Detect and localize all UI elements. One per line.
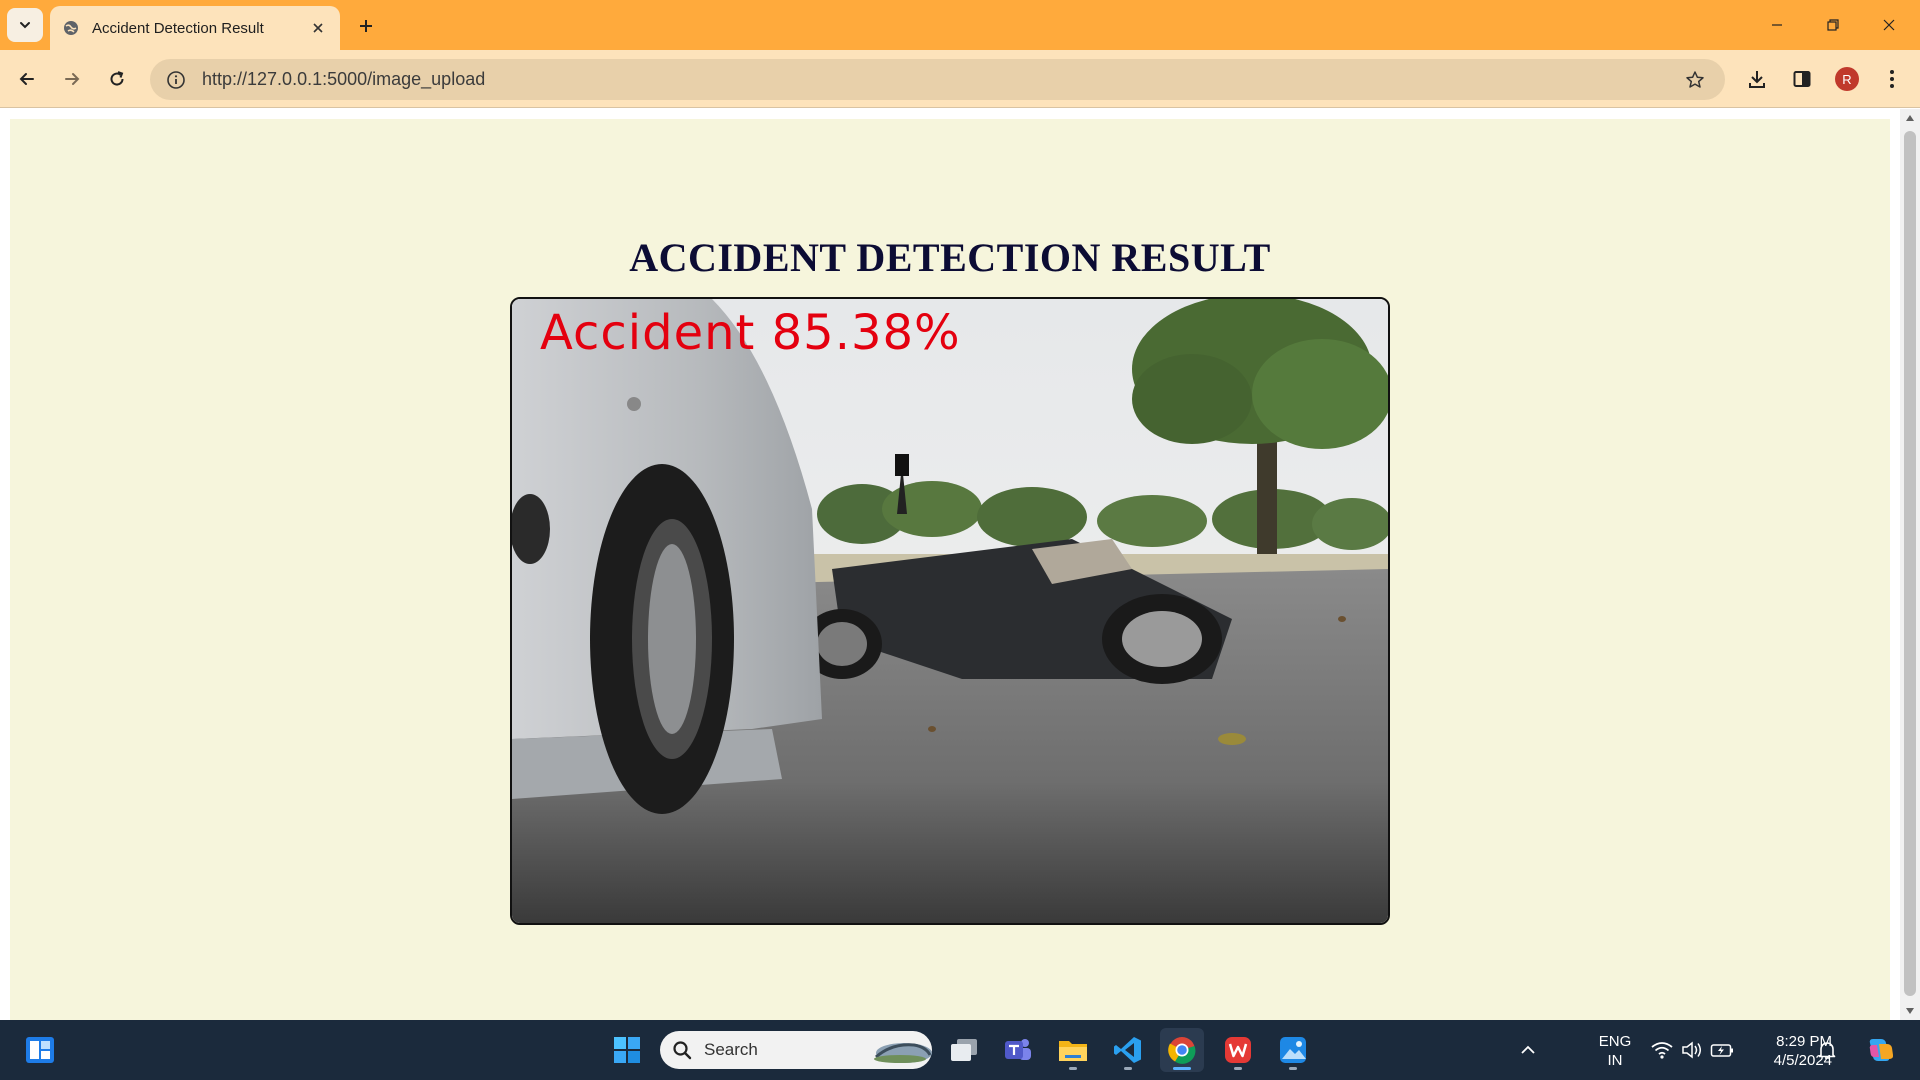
close-window-button[interactable]: [1866, 8, 1912, 42]
copilot-icon: [1869, 1039, 1894, 1061]
active-indicator: [1173, 1067, 1191, 1070]
back-button[interactable]: [10, 62, 44, 96]
page-title: ACCIDENT DETECTION RESULT: [629, 235, 1271, 280]
download-icon: [1749, 71, 1765, 88]
tab-search-button[interactable]: [7, 8, 43, 42]
minimize-button[interactable]: [1754, 8, 1800, 42]
side-panel-icon: [1793, 71, 1811, 87]
arrow-right-icon: [65, 73, 80, 85]
vscode-icon: [1114, 1037, 1141, 1063]
page-viewport: ACCIDENT DETECTION RESULT Accident 85.38…: [0, 109, 1920, 1020]
widgets-button[interactable]: [18, 1028, 62, 1072]
close-icon: [313, 23, 323, 33]
bell-icon: [1818, 1042, 1836, 1059]
chrome-button[interactable]: [1160, 1028, 1204, 1072]
triangle-down-icon: [1906, 1008, 1914, 1014]
page-body: ACCIDENT DETECTION RESULT Accident 85.38…: [10, 119, 1890, 1020]
running-indicator: [1069, 1067, 1077, 1070]
search-icon: [673, 1041, 692, 1060]
plus-icon: [360, 20, 372, 32]
forward-button[interactable]: [55, 62, 89, 96]
photos-icon: [1280, 1037, 1306, 1063]
battery-status[interactable]: [1700, 1028, 1744, 1072]
detection-label: Accident 85.38%: [540, 305, 961, 361]
file-explorer-icon: [1059, 1041, 1087, 1061]
vertical-scrollbar[interactable]: [1900, 109, 1920, 1020]
more-vertical-icon: [1890, 70, 1894, 88]
downloads-button[interactable]: [1740, 62, 1774, 96]
restore-button[interactable]: [1810, 8, 1856, 42]
tab-close-button[interactable]: [308, 18, 328, 38]
close-icon: [1883, 19, 1895, 31]
result-image: Accident 85.38%: [510, 297, 1390, 925]
accident-photo: [512, 299, 1388, 923]
teams-icon: [1005, 1039, 1031, 1060]
reload-button[interactable]: [100, 62, 134, 96]
profile-button[interactable]: R: [1830, 62, 1864, 96]
browser-tab-strip: Accident Detection Result: [0, 0, 1920, 50]
tab-title: Accident Detection Result: [92, 19, 264, 37]
new-tab-button[interactable]: [352, 12, 380, 40]
battery-charging-icon: [1710, 1044, 1733, 1057]
chrome-icon: [1168, 1037, 1196, 1064]
minimize-icon: [1772, 24, 1782, 26]
task-view-button[interactable]: [942, 1028, 986, 1072]
show-hidden-icons-button[interactable]: [1506, 1028, 1550, 1072]
scroll-down-button[interactable]: [1900, 1002, 1920, 1020]
site-info-button[interactable]: [156, 60, 196, 100]
photos-button[interactable]: [1271, 1028, 1315, 1072]
search-label: Search: [704, 1040, 758, 1059]
running-indicator: [1234, 1067, 1242, 1070]
tab-active[interactable]: Accident Detection Result: [50, 6, 340, 50]
address-bar[interactable]: http://127.0.0.1:5000/image_upload: [150, 59, 1725, 100]
chevron-up-icon: [1521, 1045, 1535, 1054]
bookmark-button[interactable]: [1675, 60, 1715, 100]
language-indicator[interactable]: ENG IN: [1588, 1032, 1642, 1070]
windows-start-icon: [614, 1037, 640, 1063]
search-highlight-icon: [874, 1043, 932, 1063]
start-button[interactable]: [605, 1028, 649, 1072]
file-explorer-button[interactable]: [1051, 1028, 1095, 1072]
scroll-up-button[interactable]: [1900, 109, 1920, 127]
triangle-up-icon: [1906, 115, 1914, 121]
notifications-button[interactable]: [1812, 1028, 1842, 1072]
running-indicator: [1124, 1067, 1132, 1070]
language-code: ENG: [1598, 1033, 1632, 1050]
globe-icon: [62, 19, 80, 37]
widgets-icon: [26, 1037, 54, 1063]
running-indicator: [1289, 1067, 1297, 1070]
url-text[interactable]: http://127.0.0.1:5000/image_upload: [202, 69, 1675, 90]
wps-office-icon: [1225, 1037, 1251, 1063]
teams-button[interactable]: [996, 1028, 1040, 1072]
region-code: IN: [1607, 1052, 1623, 1069]
taskbar-search[interactable]: Search: [660, 1031, 932, 1069]
restore-icon: [1827, 19, 1839, 31]
avatar: R: [1835, 67, 1859, 91]
side-panel-button[interactable]: [1785, 62, 1819, 96]
reload-icon: [110, 71, 124, 86]
scrollbar-thumb[interactable]: [1904, 131, 1916, 996]
task-view-icon: [951, 1039, 977, 1061]
info-icon: [167, 70, 185, 89]
vscode-button[interactable]: [1106, 1028, 1150, 1072]
chevron-down-icon: [20, 22, 30, 29]
windows-taskbar: Search ENG IN 8:29 PM 4/5/2024: [0, 1020, 1920, 1080]
star-icon: [1686, 70, 1704, 88]
wps-office-button[interactable]: [1216, 1028, 1260, 1072]
browser-toolbar: http://127.0.0.1:5000/image_upload R: [0, 50, 1920, 108]
arrow-left-icon: [19, 73, 34, 85]
browser-menu-button[interactable]: [1875, 62, 1909, 96]
copilot-button[interactable]: [1858, 1028, 1902, 1072]
